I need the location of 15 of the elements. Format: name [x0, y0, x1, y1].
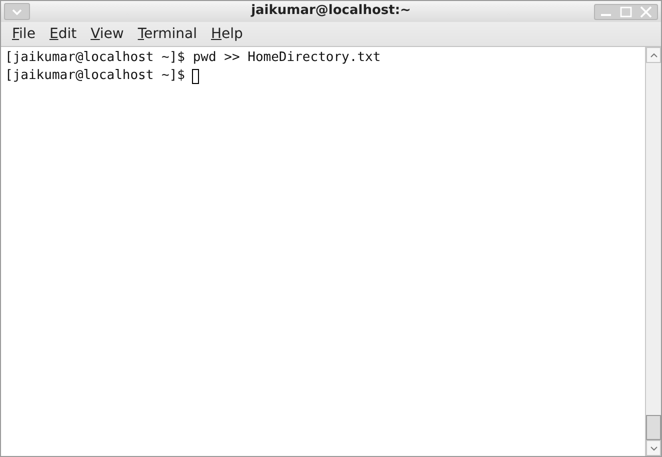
scrollbar-thumb[interactable]: [646, 415, 661, 440]
menu-item[interactable]: Help: [204, 24, 250, 44]
chevron-down-icon: [12, 8, 22, 14]
window-title: jaikumar@localhost:~: [251, 3, 411, 18]
scroll-down-icon[interactable]: [650, 446, 658, 450]
shell-prompt: [jaikumar@localhost ~]$: [5, 67, 186, 85]
scrollbar[interactable]: [645, 47, 661, 456]
menu-item[interactable]: View: [84, 24, 131, 44]
menu-item[interactable]: File: [5, 24, 42, 44]
scroll-up-icon[interactable]: [650, 52, 658, 58]
menu-item[interactable]: Edit: [42, 24, 84, 44]
command-text: pwd >> HomeDirectory.txt: [192, 49, 381, 67]
shell-prompt: [jaikumar@localhost ~]$: [5, 49, 186, 67]
window-menu-button[interactable]: [4, 3, 30, 20]
menu-item[interactable]: Terminal: [130, 24, 204, 44]
